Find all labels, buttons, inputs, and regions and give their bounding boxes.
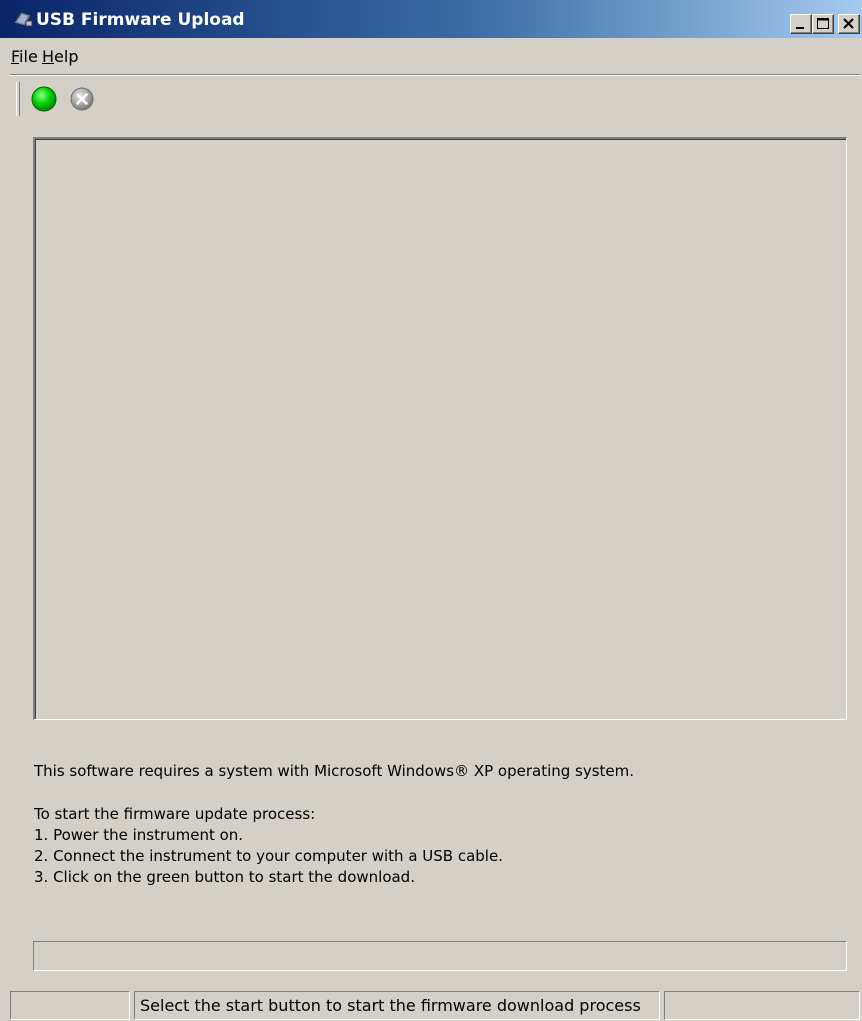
instruction-step: 2. Connect the instrument to your comput… xyxy=(34,847,503,865)
menu-file-accelerator: F xyxy=(11,47,20,66)
start-button[interactable] xyxy=(29,84,59,114)
minimize-icon xyxy=(796,27,804,29)
toolbar-grip[interactable] xyxy=(16,82,20,116)
menu-bar: File Help xyxy=(0,44,862,70)
window-title: USB Firmware Upload xyxy=(36,10,245,30)
menu-help[interactable]: Help xyxy=(42,47,78,66)
menu-separator xyxy=(10,74,860,76)
status-bar: Select the start button to start the fir… xyxy=(0,990,862,1021)
app-window: USB Firmware Upload File Help This softw… xyxy=(0,0,862,1021)
status-message: Select the start button to start the fir… xyxy=(134,991,660,1020)
menu-file-label: ile xyxy=(19,47,38,66)
maximize-button[interactable] xyxy=(812,14,834,34)
menu-file[interactable]: File xyxy=(11,47,38,66)
stop-button[interactable] xyxy=(67,84,97,114)
toolbar xyxy=(10,80,210,118)
instruction-step: 1. Power the instrument on. xyxy=(34,826,244,844)
instruction-steps: 1. Power the instrument on. 2. Connect t… xyxy=(34,825,503,888)
green-circle-icon xyxy=(31,86,57,112)
requirement-text: This software requires a system with Mic… xyxy=(34,762,635,780)
status-pane-3 xyxy=(664,991,860,1020)
close-icon xyxy=(843,18,854,29)
instructions-heading: To start the firmware update process: xyxy=(34,805,316,823)
menu-help-label: elp xyxy=(54,47,79,66)
download-progress-bar xyxy=(33,941,847,971)
minimize-button[interactable] xyxy=(790,14,812,34)
maximize-icon xyxy=(817,18,829,29)
log-panel[interactable] xyxy=(33,137,847,720)
instruction-step: 3. Click on the green button to start th… xyxy=(34,868,415,886)
title-bar[interactable]: USB Firmware Upload xyxy=(0,0,862,38)
close-button[interactable] xyxy=(838,14,860,34)
cancel-icon xyxy=(70,87,94,111)
usb-device-icon[interactable] xyxy=(12,9,34,29)
menu-help-accelerator: H xyxy=(42,47,55,66)
status-pane-1 xyxy=(10,991,130,1020)
